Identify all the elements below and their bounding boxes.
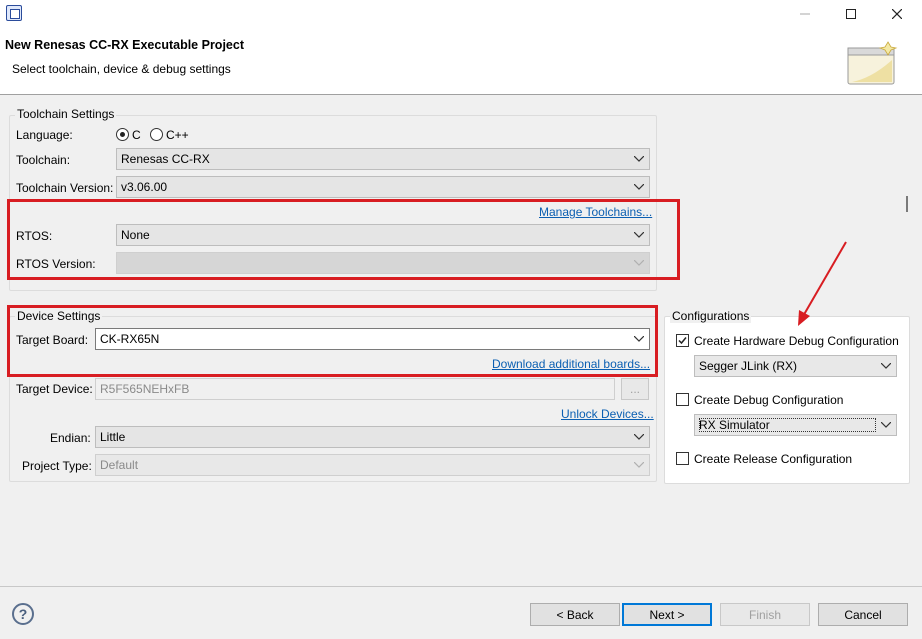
close-icon (892, 9, 902, 19)
debugger-value: RX Simulator (699, 418, 876, 432)
endian-value: Little (100, 430, 126, 444)
toolchain-version-label: Toolchain Version: (16, 181, 114, 195)
check-icon (678, 337, 687, 345)
toolchain-settings-title: Toolchain Settings (15, 107, 117, 121)
toolchain-value: Renesas CC-RX (121, 152, 210, 166)
annotation-rtos-box (7, 199, 680, 280)
release-label: Create Release Configuration (694, 452, 853, 466)
chevron-down-icon (634, 156, 644, 162)
cancel-button[interactable]: Cancel (818, 603, 908, 626)
target-device-value: R5F565NEHxFB (100, 382, 190, 396)
chevron-down-icon (634, 462, 644, 468)
target-device-label: Target Device: (16, 382, 93, 396)
project-type-label: Project Type: (22, 459, 92, 473)
project-type-select[interactable]: Default (95, 454, 650, 476)
chevron-down-icon (634, 434, 644, 440)
toolchain-version-select[interactable]: v3.06.00 (116, 176, 650, 198)
chevron-down-icon (881, 363, 891, 369)
wizard-header: New Renesas CC-RX Executable Project Sel… (0, 28, 922, 95)
wizard-banner-icon (847, 41, 898, 85)
debug-label: Create Debug Configuration (694, 393, 844, 407)
wizard-subtitle: Select toolchain, device & debug setting… (12, 62, 231, 76)
language-c-radio[interactable] (116, 128, 129, 141)
wizard-title: New Renesas CC-RX Executable Project (5, 38, 244, 52)
debug-checkbox[interactable] (676, 393, 689, 406)
hw-debugger-value: Segger JLink (RX) (699, 359, 798, 373)
language-cpp-label: C++ (166, 128, 189, 142)
unlock-devices-link[interactable]: Unlock Devices... (561, 407, 654, 421)
browse-device-button[interactable]: ... (621, 378, 649, 400)
minimize-button[interactable] (782, 0, 828, 28)
hw-debug-checkbox[interactable] (676, 334, 689, 347)
scroll-indicator (906, 196, 908, 212)
back-button[interactable]: < Back (530, 603, 620, 626)
maximize-button[interactable] (828, 0, 874, 28)
hw-debugger-select[interactable]: Segger JLink (RX) (694, 355, 897, 377)
title-bar (0, 0, 922, 28)
chevron-down-icon (634, 184, 644, 190)
target-device-field[interactable]: R5F565NEHxFB (95, 378, 615, 400)
annotation-device-box (7, 305, 658, 377)
bottom-separator (0, 586, 922, 587)
toolchain-select[interactable]: Renesas CC-RX (116, 148, 650, 170)
language-c-label: C (132, 128, 141, 142)
debugger-select[interactable]: RX Simulator (694, 414, 897, 436)
configurations-title: Configurations (670, 309, 752, 323)
language-label: Language: (16, 128, 73, 142)
chevron-down-icon (881, 422, 891, 428)
app-icon (6, 5, 22, 21)
maximize-icon (846, 9, 856, 19)
project-type-value: Default (100, 458, 139, 472)
help-icon[interactable]: ? (12, 603, 34, 625)
hw-debug-label: Create Hardware Debug Configuration (694, 334, 899, 348)
next-button[interactable]: Next > (622, 603, 712, 626)
toolchain-version-value: v3.06.00 (121, 180, 168, 194)
language-cpp-radio[interactable] (150, 128, 163, 141)
endian-select[interactable]: Little (95, 426, 650, 448)
close-button[interactable] (874, 0, 920, 28)
endian-label: Endian: (50, 431, 91, 445)
annotation-arrow (798, 241, 847, 326)
release-checkbox[interactable] (676, 452, 689, 465)
toolchain-label: Toolchain: (16, 153, 71, 167)
finish-button[interactable]: Finish (720, 603, 810, 626)
minimize-icon (800, 13, 810, 15)
